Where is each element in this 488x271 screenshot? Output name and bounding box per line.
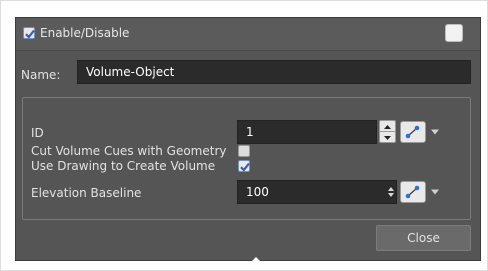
enable-disable-checkbox[interactable] <box>23 27 35 39</box>
color-swatch-button[interactable] <box>445 24 463 42</box>
elevation-link-button[interactable] <box>400 181 426 203</box>
name-label: Name: <box>21 68 61 82</box>
enable-disable-label: Enable/Disable <box>40 26 130 40</box>
link-node-icon <box>405 125 420 139</box>
volume-object-properties-dialog: Enable/Disable Name: Volume-Object ID 1 … <box>15 17 481 261</box>
dropdown-arrow-icon[interactable] <box>430 189 440 195</box>
callout-pointer <box>249 257 263 264</box>
id-spinner[interactable] <box>379 120 396 143</box>
use-drawing-checkbox[interactable] <box>238 160 250 172</box>
close-button[interactable]: Close <box>376 225 471 251</box>
spinner-up-icon[interactable] <box>380 121 395 132</box>
id-input[interactable]: 1 <box>237 120 377 144</box>
cut-volume-label: Cut Volume Cues with Geometry <box>31 144 227 158</box>
name-input[interactable]: Volume-Object <box>77 60 471 84</box>
elevation-baseline-input[interactable]: 100 <box>237 180 397 204</box>
dropdown-arrow-icon[interactable] <box>430 129 440 135</box>
elevation-baseline-label: Elevation Baseline <box>31 186 142 200</box>
spinner-arrows-icon[interactable] <box>387 186 395 198</box>
id-link-button[interactable] <box>400 121 426 143</box>
use-drawing-label: Use Drawing to Create Volume <box>31 159 216 173</box>
checkmark-icon <box>240 162 250 172</box>
cut-volume-checkbox[interactable] <box>238 145 250 157</box>
parameters-group: ID 1 Cut Volume Cues with Geometry Use D… <box>22 97 471 220</box>
checkmark-icon <box>25 29 35 39</box>
link-node-icon <box>405 185 420 199</box>
id-label: ID <box>31 126 44 140</box>
spinner-down-icon[interactable] <box>380 132 395 142</box>
